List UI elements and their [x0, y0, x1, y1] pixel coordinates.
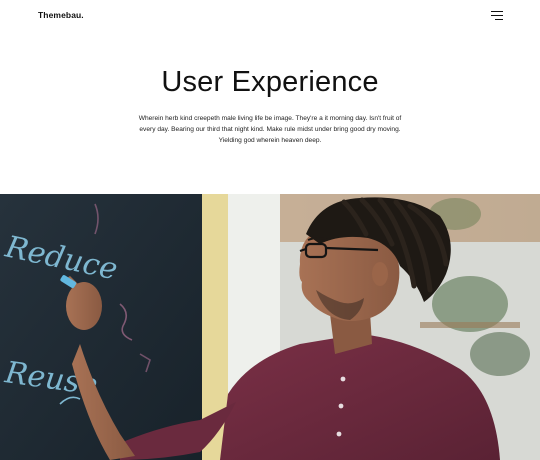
page-title: User Experience [161, 66, 379, 98]
hero-photo: Reduce Reuse [0, 194, 540, 460]
site-header: Themebau. [0, 0, 540, 32]
hamburger-menu-icon[interactable] [489, 10, 503, 21]
hero-description: Wherein herb kind creepeth male living l… [138, 115, 402, 144]
brand-logo[interactable]: Themebau. [38, 10, 84, 20]
